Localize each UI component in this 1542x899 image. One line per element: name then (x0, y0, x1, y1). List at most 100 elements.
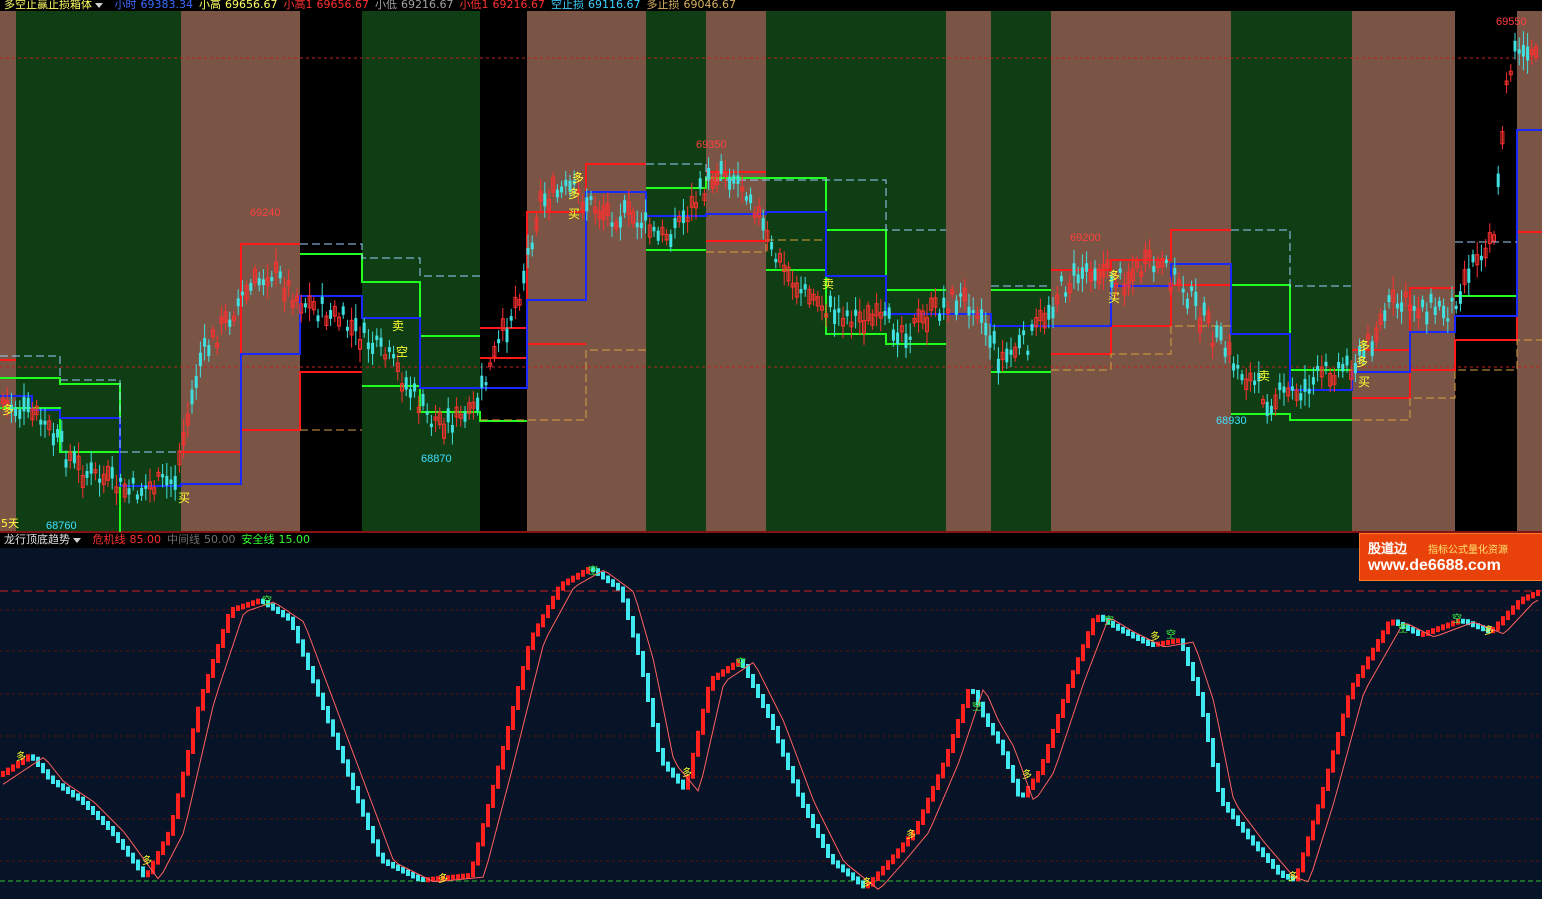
trend-bar (1331, 750, 1335, 773)
trend-bar (536, 623, 540, 637)
candle-body (1215, 325, 1219, 338)
trend-bar (71, 790, 75, 798)
trend-bar (86, 801, 90, 810)
candle-body (236, 298, 240, 307)
candle-body (1164, 259, 1168, 264)
trend-bar (411, 872, 415, 879)
signal-marker: 买 (1108, 291, 1120, 305)
candle-body (1005, 348, 1009, 363)
trend-bar (626, 598, 630, 620)
trend-bar (546, 605, 550, 619)
candle-body (698, 178, 702, 189)
price-label: 69200 (1070, 232, 1101, 244)
candle-body (1282, 386, 1286, 393)
candle-body (749, 194, 753, 204)
trend-bar (1061, 699, 1065, 718)
legend-value: 69216.67 (492, 0, 546, 11)
candle-body (707, 168, 711, 179)
trend-bar (81, 796, 85, 805)
trend-signal-marker: 多 (1150, 630, 1160, 643)
green-box-region (1231, 11, 1352, 531)
trend-signal-marker: 多 (1484, 624, 1494, 637)
trend-bar (1271, 859, 1275, 869)
candle-body (560, 186, 564, 193)
candle-body (345, 326, 349, 331)
trend-bar (196, 706, 200, 733)
candle-body (1311, 377, 1315, 385)
watermark-banner: 股道边 指标公式量化资源 www.de6688.com (1359, 533, 1542, 581)
top-legend: 多空止赢止损箱体 小时 69383.34 小高 69656.67 小高1 69656.67… (4, 0, 748, 12)
trend-bar (1141, 637, 1145, 644)
trend-signal-marker: 空 (1398, 622, 1408, 635)
trend-bar (131, 852, 135, 864)
candle-body (203, 338, 207, 347)
candle-body (652, 226, 656, 232)
trend-bar (386, 859, 390, 866)
trend-bar (1366, 656, 1370, 670)
trend-bar (1081, 644, 1085, 662)
candle-body (908, 336, 912, 340)
trend-bar (1371, 647, 1375, 661)
candle-body (194, 375, 198, 388)
trend-bar (226, 614, 230, 633)
trend-bar (1511, 605, 1515, 615)
indicator-name[interactable]: 龙行顶底趋势 (4, 533, 91, 546)
candle-body (375, 335, 379, 340)
trend-bar (176, 793, 180, 819)
candle-body (992, 331, 996, 344)
candle-body (623, 200, 627, 213)
candle-body (207, 345, 211, 357)
candle-body (14, 407, 18, 417)
candle-body (1458, 291, 1462, 304)
trend-bar (901, 842, 905, 853)
trend-bar (351, 772, 355, 790)
trend-bar (1521, 596, 1525, 605)
candle-body (845, 310, 849, 317)
candle-body (938, 313, 942, 321)
trend-signal-marker: 多 (1022, 768, 1032, 781)
trend-bar (221, 629, 225, 648)
candle-body (1429, 293, 1433, 303)
candle-body (1517, 49, 1521, 54)
candle-body (1236, 364, 1240, 369)
candle-body (1400, 302, 1404, 312)
trend-bar (821, 834, 825, 848)
chevron-down-icon[interactable] (73, 537, 81, 543)
trend-bar (551, 595, 555, 609)
candle-body (585, 197, 589, 212)
candle-body (1085, 263, 1089, 272)
trend-bar (391, 862, 395, 869)
chevron-down-icon[interactable] (95, 2, 103, 8)
candle-body (1072, 263, 1076, 276)
trend-bar (1021, 792, 1025, 798)
brown-box-region (0, 11, 16, 531)
trend-bar (836, 860, 840, 869)
trend-signal-marker: 多 (438, 872, 448, 885)
signal-marker: 空 (396, 345, 408, 359)
trend-bar (1446, 622, 1450, 629)
indicator-name[interactable]: 多空止赢止损箱体 (4, 0, 113, 11)
trend-bar (506, 726, 510, 750)
trend-bar (851, 872, 855, 881)
trend-bar (41, 763, 45, 774)
legend-value: 69116.67 (588, 0, 641, 11)
trend-bar (371, 826, 375, 844)
trend-bar (791, 766, 795, 784)
candle-body (833, 309, 837, 325)
trend-bar (1276, 864, 1280, 875)
trend-bar (1386, 621, 1390, 635)
trend-bar (1236, 815, 1240, 826)
candle-body (1059, 276, 1063, 282)
price-label: 68930 (1216, 415, 1247, 427)
legend-item: 小高 69656.67 (199, 0, 278, 11)
signal-marker: 买 (178, 491, 190, 505)
trend-bar (281, 610, 285, 618)
signal-marker: 多 (2, 403, 14, 417)
chart-canvas[interactable]: 695506935069240692006887068930687605天多买卖… (0, 0, 1542, 899)
trend-bar (1231, 808, 1235, 820)
candle-body (72, 451, 76, 464)
candle-body (1051, 306, 1055, 319)
trend-bar (236, 605, 240, 611)
trend-signal-marker: 空 (736, 656, 746, 669)
legend-label: 小时 (114, 0, 137, 11)
